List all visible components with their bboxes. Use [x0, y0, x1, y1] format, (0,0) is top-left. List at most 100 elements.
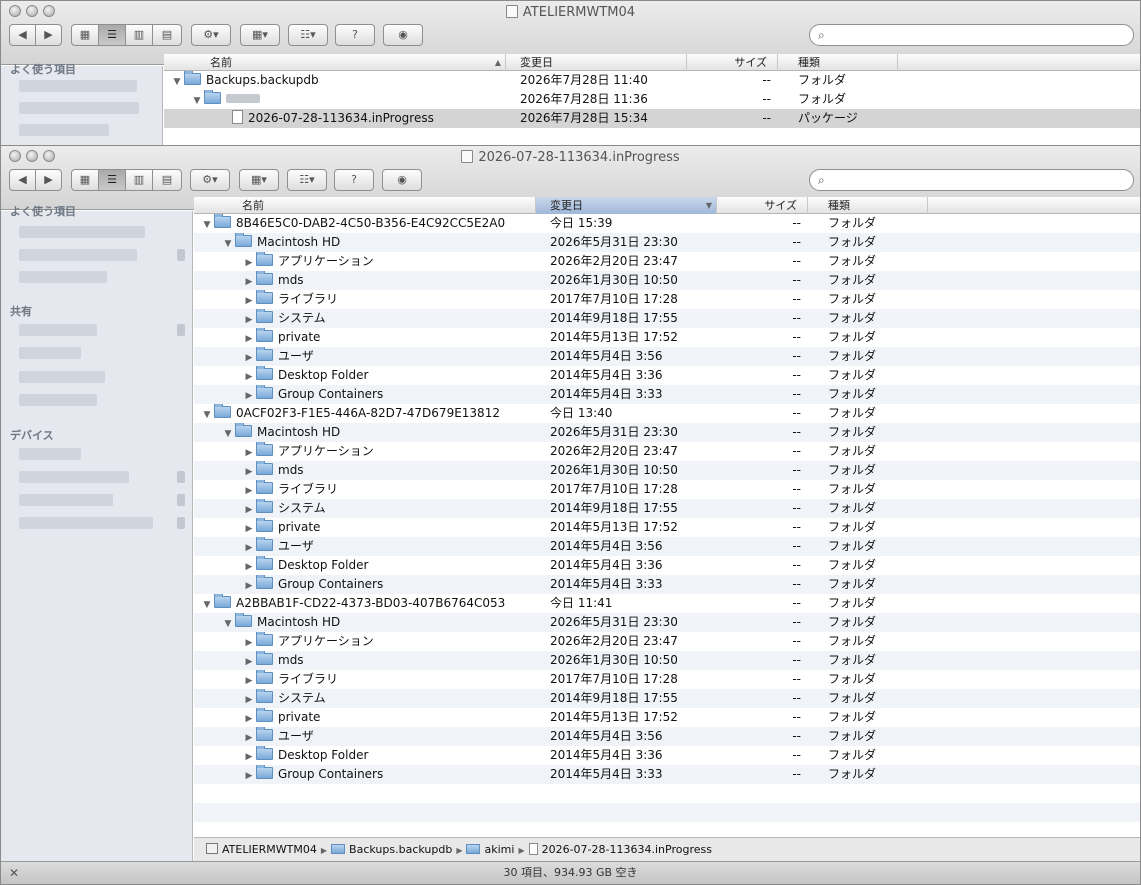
sort-menu-button[interactable]: ☷▾	[287, 169, 327, 191]
table-row[interactable]: ▶ Group Containers 2014年5月4日 3:33 -- フォルダ	[194, 385, 1140, 404]
disclosure-closed-icon[interactable]: ▶	[242, 748, 256, 765]
disclosure-open-icon[interactable]: ▼	[200, 406, 214, 423]
disclosure-closed-icon[interactable]: ▶	[242, 349, 256, 366]
path-item[interactable]: 2026-07-28-113634.inProgress	[528, 838, 712, 861]
disclosure-open-icon[interactable]: ▼	[221, 615, 235, 632]
finder-window-front[interactable]: 2026-07-28-113634.inProgress ◀ ▶ ▦ ☰ ▥ ▤…	[0, 145, 1141, 885]
table-row[interactable]: ▼ 8B46E5C0-DAB2-4C50-B356-E4C92CC5E2A0 今日 …	[194, 214, 1140, 233]
disclosure-closed-icon[interactable]: ▶	[242, 539, 256, 556]
table-row[interactable]: ▼ 0ACF02F3-F1E5-446A-82D7-47D679E13812 今日 …	[194, 404, 1140, 423]
sidebar-item-redacted[interactable]	[19, 324, 97, 336]
disclosure-closed-icon[interactable]: ▶	[242, 292, 256, 309]
table-row[interactable]: ▼ Backups.backupdb 2026年7月28日 11:40 -- フォ…	[164, 71, 1140, 90]
disclosure-open-icon[interactable]: ▼	[190, 92, 204, 109]
back-button[interactable]: ◀	[9, 24, 36, 46]
preview-button[interactable]: ◉	[383, 24, 423, 46]
disclosure-open-icon[interactable]: ▼	[170, 73, 184, 90]
disclosure-closed-icon[interactable]: ▶	[242, 577, 256, 594]
disclosure-closed-icon[interactable]: ▶	[242, 672, 256, 689]
quicklook-button[interactable]: ?	[334, 169, 374, 191]
table-row[interactable]: ▶ ユーザ 2014年5月4日 3:56 -- フォルダ	[194, 537, 1140, 556]
list-view-button[interactable]: ☰	[98, 169, 126, 191]
sidebar-item-redacted[interactable]	[19, 471, 129, 483]
column-header-kind[interactable]: 種類	[778, 54, 898, 71]
table-row[interactable]: ▶ Desktop Folder 2014年5月4日 3:36 -- フォルダ	[194, 366, 1140, 385]
sidebar-item-redacted[interactable]	[19, 394, 97, 406]
pin-icon[interactable]: ✕	[9, 862, 19, 884]
table-row[interactable]: ▶ private 2014年5月13日 17:52 -- フォルダ	[194, 328, 1140, 347]
sidebar-item-redacted[interactable]	[19, 271, 107, 283]
column-header-size[interactable]: サイズ	[717, 197, 808, 214]
arrange-menu-button[interactable]: ▦▾	[239, 169, 279, 191]
column-header-size[interactable]: サイズ	[687, 54, 778, 71]
column-view-button[interactable]: ▥	[125, 169, 153, 191]
path-item[interactable]: ATELIERMWTM04	[206, 838, 317, 861]
sidebar-item-redacted[interactable]	[19, 124, 109, 136]
table-row[interactable]: ▶ Group Containers 2014年5月4日 3:33 -- フォルダ	[194, 765, 1140, 784]
arrange-menu-button[interactable]: ▦▾	[240, 24, 280, 46]
table-row[interactable]: ▶ アプリケーション 2026年2月20日 23:47 -- フォルダ	[194, 442, 1140, 461]
disclosure-open-icon[interactable]: ▼	[200, 596, 214, 613]
disclosure-closed-icon[interactable]: ▶	[242, 710, 256, 727]
disclosure-closed-icon[interactable]: ▶	[242, 311, 256, 328]
search-field[interactable]: ⌕	[809, 24, 1134, 46]
table-row[interactable]: ▶ mds 2026年1月30日 10:50 -- フォルダ	[194, 461, 1140, 480]
column-header-name[interactable]: 名前	[194, 197, 536, 214]
table-row[interactable]: ▶ private 2014年5月13日 17:52 -- フォルダ	[194, 708, 1140, 727]
table-row[interactable]: ▶ ユーザ 2014年5月4日 3:56 -- フォルダ	[194, 727, 1140, 746]
disclosure-closed-icon[interactable]: ▶	[242, 463, 256, 480]
column-header-date[interactable]: 変更日 ▼	[536, 197, 717, 214]
sidebar-item-redacted[interactable]	[19, 226, 145, 238]
table-row[interactable]: ▶ アプリケーション 2026年2月20日 23:47 -- フォルダ	[194, 632, 1140, 651]
column-header-kind[interactable]: 種類	[808, 197, 928, 214]
path-item[interactable]: Backups.backupdb	[331, 838, 452, 861]
table-row[interactable]: ▶ システム 2014年9月18日 17:55 -- フォルダ	[194, 309, 1140, 328]
forward-button[interactable]: ▶	[35, 169, 62, 191]
sidebar-item-redacted[interactable]	[19, 347, 81, 359]
disclosure-open-icon[interactable]: ▼	[221, 425, 235, 442]
disclosure-closed-icon[interactable]: ▶	[242, 767, 256, 784]
list-view-button[interactable]: ☰	[98, 24, 126, 46]
table-row[interactable]: ▼ Macintosh HD 2026年5月31日 23:30 -- フォルダ	[194, 233, 1140, 252]
icon-view-button[interactable]: ▦	[71, 24, 99, 46]
icon-view-button[interactable]: ▦	[71, 169, 99, 191]
disclosure-closed-icon[interactable]: ▶	[242, 482, 256, 499]
preview-button[interactable]: ◉	[382, 169, 422, 191]
table-row[interactable]: ▶ ライブラリ 2017年7月10日 17:28 -- フォルダ	[194, 290, 1140, 309]
quicklook-button[interactable]: ?	[335, 24, 375, 46]
table-row[interactable]: ▶ アプリケーション 2026年2月20日 23:47 -- フォルダ	[194, 252, 1140, 271]
path-item[interactable]: akimi	[466, 838, 514, 861]
eject-icon[interactable]	[177, 471, 185, 483]
disclosure-closed-icon[interactable]: ▶	[242, 634, 256, 651]
disclosure-open-icon[interactable]: ▼	[200, 216, 214, 233]
disclosure-closed-icon[interactable]: ▶	[242, 558, 256, 575]
table-row[interactable]: ▶ Desktop Folder 2014年5月4日 3:36 -- フォルダ	[194, 746, 1140, 765]
table-row[interactable]: ▶ Desktop Folder 2014年5月4日 3:36 -- フォルダ	[194, 556, 1140, 575]
disclosure-closed-icon[interactable]: ▶	[242, 520, 256, 537]
disclosure-closed-icon[interactable]: ▶	[242, 387, 256, 404]
table-row[interactable]: ▶ ライブラリ 2017年7月10日 17:28 -- フォルダ	[194, 480, 1140, 499]
column-header-date[interactable]: 変更日	[506, 54, 687, 71]
eject-icon[interactable]	[177, 517, 185, 529]
sidebar-item-redacted[interactable]	[19, 517, 153, 529]
search-field[interactable]: ⌕	[809, 169, 1134, 191]
column-view-button[interactable]: ▥	[125, 24, 153, 46]
table-row[interactable]: ▶ ユーザ 2014年5月4日 3:56 -- フォルダ	[194, 347, 1140, 366]
eject-icon[interactable]	[177, 494, 185, 506]
sidebar-item-redacted[interactable]	[19, 371, 105, 383]
table-row[interactable]: ▶ private 2014年5月13日 17:52 -- フォルダ	[194, 518, 1140, 537]
sidebar-item-redacted[interactable]	[19, 494, 113, 506]
table-row[interactable]: ▶ システム 2014年9月18日 17:55 -- フォルダ	[194, 689, 1140, 708]
table-row[interactable]: ▼ Macintosh HD 2026年5月31日 23:30 -- フォルダ	[194, 613, 1140, 632]
coverflow-view-button[interactable]: ▤	[152, 24, 182, 46]
coverflow-view-button[interactable]: ▤	[152, 169, 182, 191]
disclosure-closed-icon[interactable]: ▶	[242, 444, 256, 461]
disclosure-closed-icon[interactable]: ▶	[242, 273, 256, 290]
sidebar-item-redacted[interactable]	[19, 448, 81, 460]
action-menu-button[interactable]: ⚙▾	[191, 24, 231, 46]
disclosure-closed-icon[interactable]: ▶	[242, 691, 256, 708]
column-header-name[interactable]: 名前 ▲	[164, 54, 506, 71]
disclosure-open-icon[interactable]: ▼	[221, 235, 235, 252]
table-row[interactable]: ▼ Macintosh HD 2026年5月31日 23:30 -- フォルダ	[194, 423, 1140, 442]
disclosure-closed-icon[interactable]: ▶	[242, 501, 256, 518]
